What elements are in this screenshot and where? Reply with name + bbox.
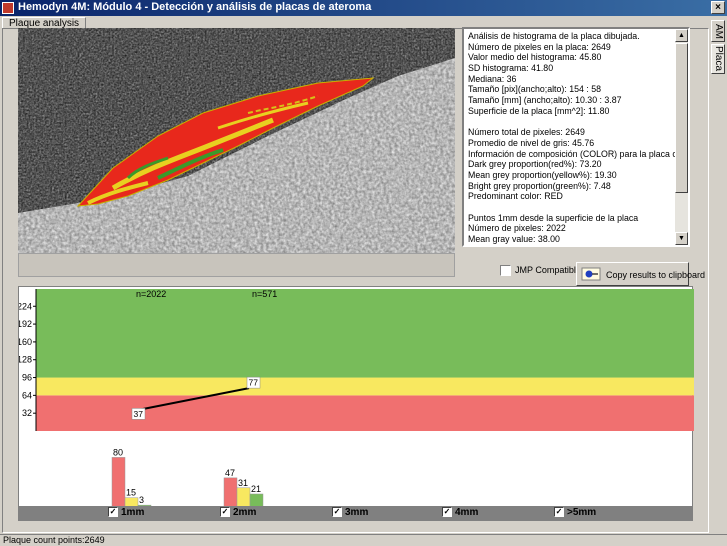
- status-bar: Plaque count points:2649: [0, 534, 727, 546]
- app-icon: [2, 2, 14, 14]
- results-scrollbar[interactable]: ▲ ▼: [675, 29, 688, 245]
- results-line: Análisis de histograma de la placa dibuj…: [468, 31, 640, 41]
- distance-selector-bar: ✓ 1mm ✓ 2mm ✓ 3mm ✓ 4mm ✓ >5mm: [18, 506, 693, 521]
- distance-checkbox[interactable]: ✓: [220, 507, 230, 518]
- scroll-down-icon[interactable]: ▼: [675, 232, 688, 245]
- results-line: Bright grey proportion(green%): 7.48: [468, 180, 611, 191]
- distance-checkbox[interactable]: ✓: [554, 507, 564, 518]
- tab-am[interactable]: AM: [711, 20, 725, 42]
- results-line: Valor medio del histograma: 45.80: [468, 52, 602, 63]
- copy-results-label: Copy results to clipboard: [606, 270, 706, 280]
- title-bar: Hemodyn 4M: Módulo 4 - Detección y análi…: [0, 0, 727, 16]
- results-line: Información de composición (COLOR) para …: [468, 148, 690, 159]
- results-text-lines: Análisis de histograma de la placa dibuj…: [468, 31, 690, 246]
- distance-label: 2mm: [233, 507, 257, 518]
- results-textbox[interactable]: Análisis de histograma de la placa dibuj…: [462, 27, 690, 247]
- results-line: Número de pixeles en la placa: 2649: [468, 41, 611, 52]
- distance-label: 3mm: [345, 507, 369, 518]
- distance-label: 4mm: [455, 507, 479, 518]
- results-line: Superficie de la placa [mm^2]: 11.80: [468, 105, 610, 116]
- jmp-compatible-row[interactable]: JMP Compatible: [500, 264, 581, 278]
- distance-checkbox[interactable]: ✓: [108, 507, 118, 518]
- bar-value-label: 47: [225, 468, 235, 478]
- pushpin-icon: [581, 267, 601, 281]
- distance-checkbox[interactable]: ✓: [442, 507, 452, 518]
- results-line: Número total de pixeles: 2649: [468, 127, 585, 138]
- y-tick-label: 64: [22, 390, 32, 400]
- bar-value-label: 15: [126, 488, 136, 498]
- distance-label: >5mm: [567, 507, 597, 518]
- results-line: Promedio de nivel de gris: 45.76: [468, 137, 595, 148]
- tab-placa[interactable]: Placa: [711, 44, 725, 74]
- scroll-up-icon[interactable]: ▲: [675, 29, 688, 42]
- distance-option[interactable]: ✓ >5mm: [554, 507, 596, 520]
- band-2: [36, 289, 694, 378]
- jmp-label: JMP Compatible: [515, 265, 581, 275]
- bar: [223, 477, 238, 508]
- distance-label: 1mm: [121, 507, 145, 518]
- results-line: Tamaño [pix](ancho;alto): 154 : 58: [468, 84, 602, 95]
- results-line: [468, 202, 676, 213]
- y-tick-label: 224: [19, 301, 32, 311]
- point-label: 77: [249, 378, 259, 388]
- y-tick-label: 160: [19, 337, 32, 347]
- results-line: Predominant color: RED: [468, 191, 563, 202]
- scroll-thumb[interactable]: [675, 43, 688, 193]
- results-line: Tamaño [mm] (ancho;alto): 10.30 : 3.87: [468, 95, 622, 106]
- chart-panel: 224 192 160 128 96 64 32 n=2022 n=571 37 77 80 15 3 47…: [18, 286, 694, 520]
- bar-value-label: 3: [139, 495, 144, 505]
- y-tick-label: 96: [22, 373, 32, 383]
- bar-value-label: 21: [251, 484, 261, 494]
- results-line: Dark grey proportion(red%): 80.40: [468, 245, 676, 246]
- results-line: Dark grey proportion(red%): 73.20: [468, 159, 602, 170]
- y-tick-label: 128: [19, 355, 32, 365]
- results-line: Mean grey proportion(yellow%): 19.30: [468, 169, 617, 180]
- results-line: [468, 117, 676, 128]
- app-window: Hemodyn 4M: Módulo 4 - Detección y análi…: [0, 0, 727, 546]
- distance-option[interactable]: ✓ 2mm: [220, 507, 256, 520]
- bar-value-label: 31: [238, 478, 248, 488]
- image-footer-area: [18, 253, 455, 277]
- y-tick-label: 32: [22, 408, 32, 418]
- bar: [236, 487, 251, 508]
- column-label: n=571: [252, 289, 277, 299]
- bar: [111, 457, 126, 508]
- column-label: n=2022: [136, 289, 166, 299]
- results-line: SD histograma: 41.80: [468, 63, 554, 74]
- distance-option[interactable]: ✓ 1mm: [108, 507, 144, 520]
- close-button[interactable]: ×: [711, 1, 725, 14]
- window-title: Hemodyn 4M: Módulo 4 - Detección y análi…: [18, 1, 372, 13]
- distance-option[interactable]: ✓ 3mm: [332, 507, 368, 520]
- band-1: [36, 377, 694, 396]
- y-tick-label: 192: [19, 319, 32, 329]
- grey-level-chart: 224 192 160 128 96 64 32 n=2022 n=571 37 77 80 153 47…: [19, 289, 694, 508]
- bar-value-label: 80: [113, 447, 123, 457]
- point-label: 37: [134, 409, 144, 419]
- results-line: Puntos 1mm desde la superficie de la pla…: [468, 212, 639, 223]
- jmp-checkbox[interactable]: [500, 265, 511, 277]
- copy-results-button[interactable]: Copy results to clipboard: [576, 262, 705, 286]
- results-line: Número de pixeles: 2022: [468, 223, 566, 234]
- ultrasound-image[interactable]: [18, 28, 455, 253]
- ultrasound-svg: [18, 28, 455, 253]
- distance-checkbox[interactable]: ✓: [332, 507, 342, 518]
- results-line: Mediana: 36: [468, 73, 517, 84]
- distance-option[interactable]: ✓ 4mm: [442, 507, 478, 520]
- results-line: Mean gray value: 38.00: [468, 234, 560, 245]
